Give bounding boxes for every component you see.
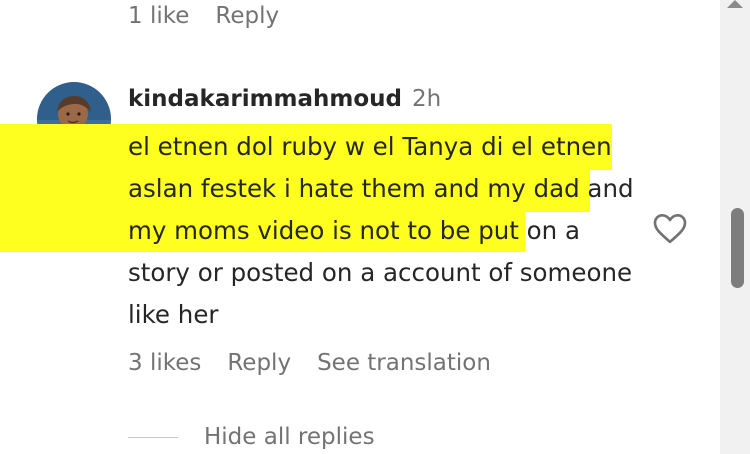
see-translation-button[interactable]: See translation (317, 350, 491, 376)
previous-comment-reply-button[interactable]: Reply (215, 3, 279, 29)
replies-divider (128, 436, 178, 438)
comment-header: kindakarimmahmoud 2h (128, 86, 441, 112)
comment-likes[interactable]: 3 likes (128, 350, 201, 376)
hide-replies-toggle[interactable]: Hide all replies (128, 424, 375, 450)
reply-button[interactable]: Reply (227, 350, 291, 376)
scrollbar-thumb[interactable] (731, 208, 744, 288)
username[interactable]: kindakarimmahmoud (128, 86, 402, 112)
previous-comment-actions: 1 like Reply (128, 0, 279, 32)
scroll-up-arrow-icon[interactable] (727, 0, 743, 8)
comment-timestamp: 2h (412, 86, 442, 112)
comment-text: el etnen dol ruby w el Tanya di el etnen… (128, 132, 634, 329)
hide-replies-label: Hide all replies (204, 424, 375, 450)
comment-actions: 3 likes Reply See translation (128, 350, 491, 376)
heart-icon[interactable] (650, 208, 690, 248)
scrollbar[interactable] (720, 0, 750, 454)
previous-comment-likes[interactable]: 1 like (128, 3, 189, 29)
